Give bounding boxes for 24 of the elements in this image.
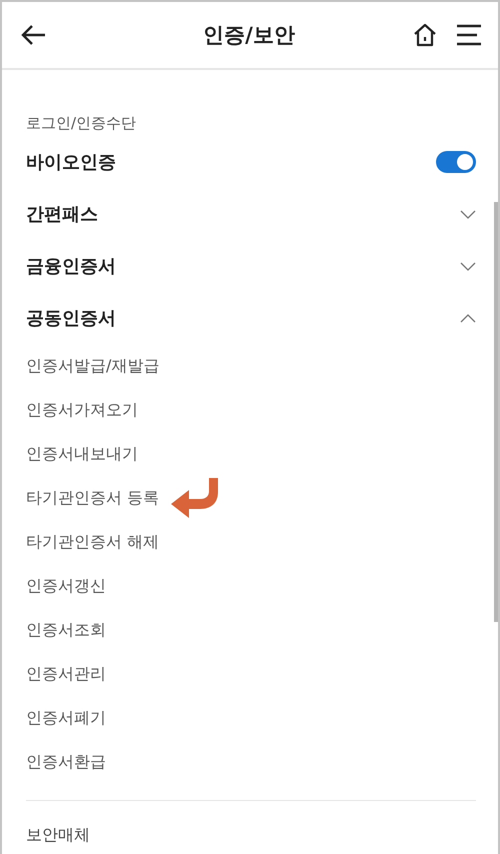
menu-item[interactable]: 바이오인증	[26, 150, 116, 174]
back-button[interactable]	[20, 24, 46, 46]
section-title[interactable]: 보안매체	[26, 825, 90, 846]
chevron-down-icon[interactable]	[460, 210, 476, 218]
menu-item[interactable]: 금융인증서	[26, 254, 116, 278]
submenu-link[interactable]: 인증서발급/재발급	[26, 356, 160, 376]
toggle-switch[interactable]	[436, 151, 476, 173]
chevron-up-icon[interactable]	[460, 314, 476, 322]
submenu-link[interactable]: 인증서조회	[26, 620, 106, 640]
submenu-link[interactable]: 타기관인증서 등록	[26, 488, 160, 508]
submenu-link[interactable]: 인증서내보내기	[26, 444, 138, 464]
chevron-down-icon[interactable]	[460, 262, 476, 270]
menu-button[interactable]	[456, 24, 482, 46]
menu-item[interactable]: 공동인증서	[26, 306, 116, 330]
submenu-link[interactable]: 타기관인증서 해제	[26, 532, 160, 552]
submenu-link[interactable]: 인증서관리	[26, 664, 106, 684]
home-button[interactable]	[412, 22, 438, 48]
submenu-link[interactable]: 인증서폐기	[26, 708, 106, 728]
submenu-link[interactable]: 인증서환급	[26, 752, 106, 772]
page-title: 인증/보안	[202, 22, 296, 49]
section-label: 로그인/인증수단	[26, 113, 136, 134]
submenu-link[interactable]: 인증서가져오기	[26, 400, 138, 420]
submenu-link[interactable]: 인증서갱신	[26, 576, 106, 596]
menu-item[interactable]: 간편패스	[26, 202, 98, 226]
